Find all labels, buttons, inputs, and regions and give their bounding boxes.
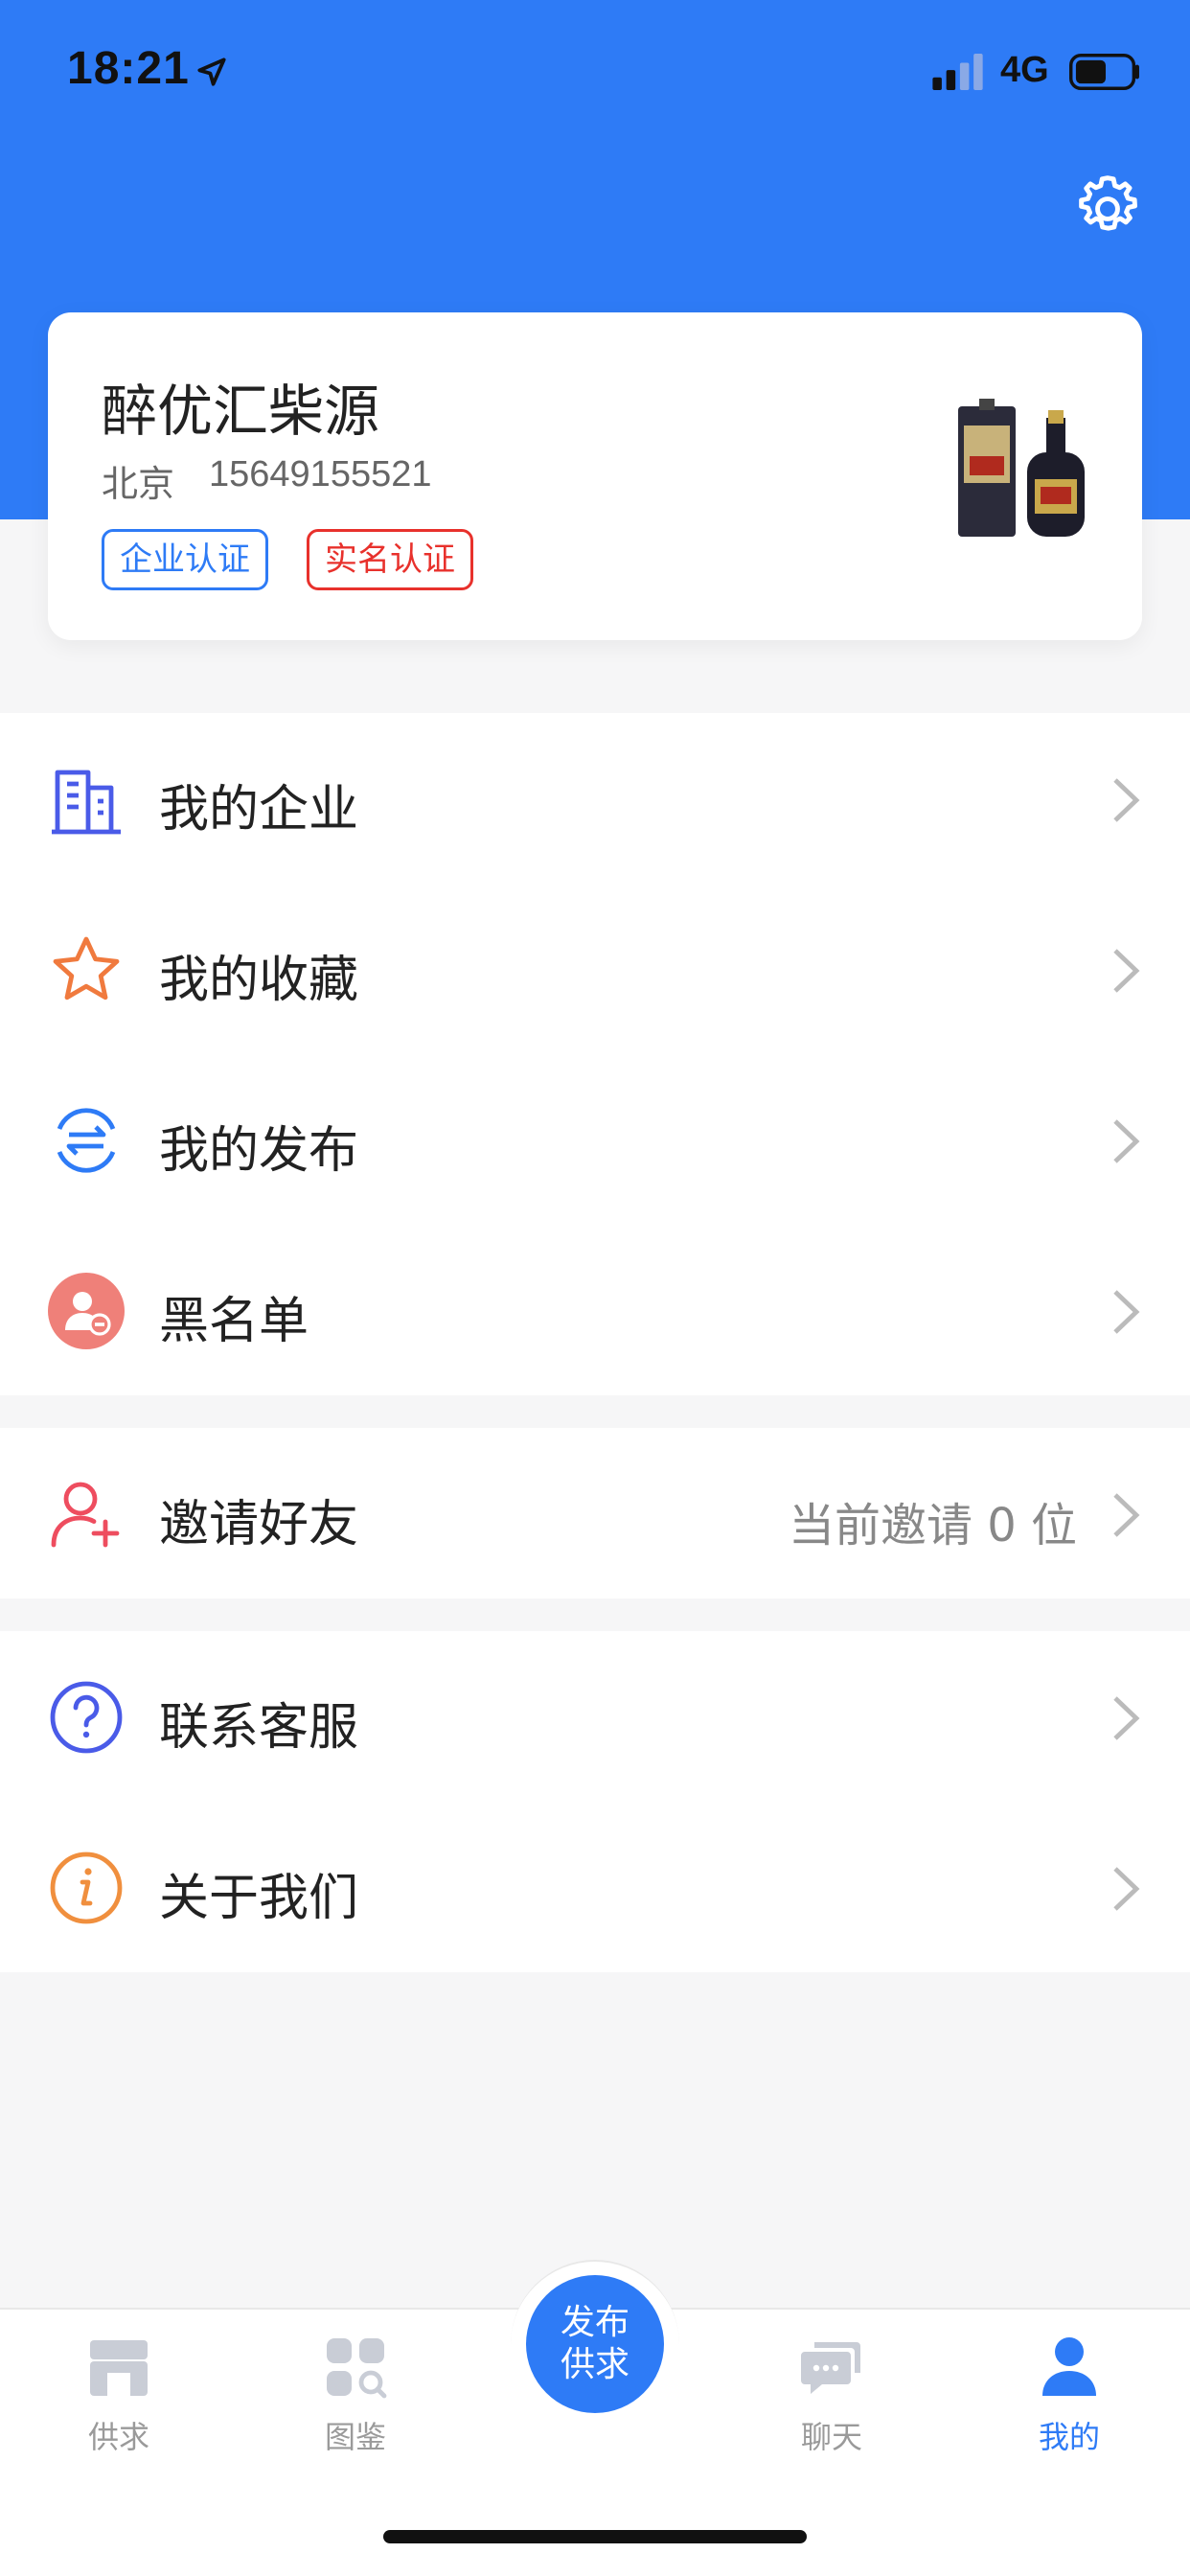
tab-catalog[interactable]: 图鉴 [279, 2334, 432, 2469]
home-indicator [383, 2530, 807, 2543]
enterprise-verified-badge: 企业认证 [102, 529, 268, 590]
publish-exchange-icon [57, 1108, 116, 1173]
invite-count: 当前邀请 0 位 [788, 1499, 1077, 1552]
profile-contact: 北京 15649155521 [102, 454, 432, 507]
help-icon [50, 1681, 123, 1754]
tab-mine[interactable]: 我的 [993, 2334, 1146, 2469]
product-thumbnail [958, 399, 1085, 537]
menu-item-blacklist[interactable]: 黑名单 [0, 1225, 1190, 1395]
building-icon [52, 770, 121, 835]
profile-card[interactable]: 醉优汇柴源 北京 15649155521 企业认证 实名认证 [48, 312, 1142, 640]
user-icon [1042, 2337, 1096, 2396]
tab-label: 我的 [1038, 2419, 1100, 2455]
menu-label: 我的收藏 [159, 952, 359, 1009]
tab-chat[interactable]: 聊天 [755, 2334, 908, 2469]
chevron-right-icon [1113, 949, 1140, 993]
menu-group-support: 联系客服 关于我们 [0, 1631, 1190, 1972]
menu-label: 关于我们 [159, 1870, 359, 1927]
menu-item-contact-support[interactable]: 联系客服 [0, 1631, 1190, 1802]
chevron-right-icon [1113, 1696, 1140, 1740]
cellular-signal-icon [932, 54, 983, 90]
realname-verified-badge: 实名认证 [307, 529, 473, 590]
menu-label: 我的发布 [159, 1122, 359, 1180]
chevron-right-icon [1113, 778, 1140, 822]
blacklist-user-icon [48, 1273, 125, 1349]
info-icon [50, 1852, 123, 1924]
star-icon [53, 936, 120, 1000]
chevron-right-icon [1113, 1867, 1140, 1911]
location-arrow-icon [197, 58, 226, 86]
publish-line-1: 发布 [560, 2303, 629, 2342]
tab-label: 聊天 [800, 2419, 862, 2455]
catalog-icon [327, 2338, 387, 2399]
menu-label: 联系客服 [159, 1699, 359, 1757]
menu-item-invite-friends[interactable]: 邀请好友 当前邀请 0 位 [0, 1428, 1190, 1598]
menu-group-main: 我的企业 我的收藏 我的发布 黑名单 [0, 713, 1190, 1395]
network-type: 4G [1000, 50, 1049, 90]
chat-icon [801, 2342, 860, 2394]
menu-item-my-posts[interactable]: 我的发布 [0, 1054, 1190, 1225]
profile-phone: 15649155521 [209, 454, 432, 494]
profile-name: 醉优汇柴源 [102, 379, 380, 444]
chevron-right-icon [1113, 1119, 1140, 1163]
menu-item-about-us[interactable]: 关于我们 [0, 1802, 1190, 1972]
chevron-right-icon [1113, 1493, 1140, 1537]
publish-supply-demand-button[interactable]: 发布 供求 [526, 2275, 664, 2413]
battery-icon [1069, 54, 1139, 90]
add-friend-icon [51, 1482, 120, 1548]
status-bar: 18:21 4G [0, 0, 1190, 144]
tab-supply-demand[interactable]: 供求 [42, 2334, 195, 2469]
menu-label: 黑名单 [159, 1293, 309, 1350]
verification-badges: 企业认证 实名认证 [102, 529, 473, 590]
store-icon [90, 2340, 148, 2396]
profile-city: 北京 [102, 465, 175, 505]
chevron-right-icon [1113, 1290, 1140, 1334]
menu-item-my-enterprise[interactable]: 我的企业 [0, 713, 1190, 884]
tab-label: 供求 [87, 2419, 149, 2455]
tab-label: 图鉴 [324, 2419, 386, 2455]
menu-label: 邀请好友 [159, 1496, 359, 1553]
menu-label: 我的企业 [159, 781, 359, 839]
status-time: 18:21 [67, 43, 190, 94]
settings-gear-icon[interactable] [1071, 172, 1144, 245]
menu-item-my-favorites[interactable]: 我的收藏 [0, 884, 1190, 1054]
menu-group-invite: 邀请好友 当前邀请 0 位 [0, 1428, 1190, 1598]
publish-line-2: 供求 [560, 2345, 629, 2384]
